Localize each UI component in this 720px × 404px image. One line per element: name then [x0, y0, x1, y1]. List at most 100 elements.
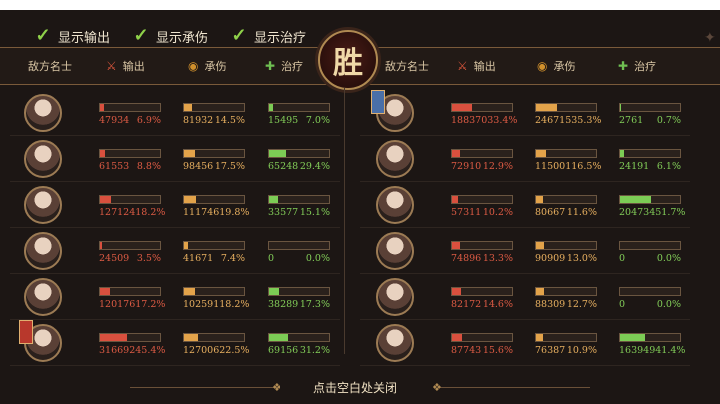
stat-value: 57311	[451, 207, 482, 218]
stat-values: 2761 0.7%	[619, 115, 681, 126]
stat-percent: 13.0%	[566, 253, 597, 264]
close-hint-button[interactable]: 点击空白处关闭	[280, 376, 430, 398]
stat-bar	[451, 103, 513, 112]
stat-percent: 13.3%	[482, 253, 513, 264]
right-team-row: 74896 13.3% 90909 13.0% 0 0.0%	[0, 228, 720, 275]
damage-taken-stat: 115001 16.5%	[535, 149, 601, 172]
stat-percent: 0.7%	[656, 115, 681, 126]
stat-percent: 15.6%	[482, 345, 513, 356]
stat-bar-fill	[452, 104, 472, 111]
output-stat: 87743 15.6%	[451, 333, 513, 356]
healing-stat: 2761 0.7%	[619, 103, 681, 126]
healing-stat: 24191 6.1%	[619, 149, 681, 172]
stat-bar-fill	[620, 196, 652, 203]
shield-icon: ◉	[188, 59, 199, 73]
hero-avatar[interactable]	[376, 232, 414, 270]
stat-bar	[619, 287, 681, 296]
stat-value: 0	[619, 253, 626, 264]
header-name: 敌方名士	[385, 58, 429, 74]
stat-bar-fill	[620, 150, 624, 157]
hero-avatar[interactable]	[376, 278, 414, 316]
stat-bar	[451, 241, 513, 250]
hero-avatar[interactable]	[376, 140, 414, 178]
damage-taken-stat: 246715 35.3%	[535, 103, 601, 126]
stat-bar	[535, 195, 597, 204]
sword-icon: ⚔	[457, 59, 468, 73]
healing-stat: 0 0.0%	[619, 241, 681, 264]
victory-text: 胜	[333, 46, 363, 81]
damage-taken-stat: 80667 11.6%	[535, 195, 597, 218]
stat-percent: 41.4%	[655, 345, 686, 356]
output-stat: 74896 13.3%	[451, 241, 513, 264]
stat-values: 163949 41.4%	[619, 345, 685, 356]
stat-values: 88309 12.7%	[535, 299, 597, 310]
bottom-divider-left	[130, 387, 280, 388]
header-output-label: 输出	[122, 60, 145, 73]
stat-values: 87743 15.6%	[451, 345, 513, 356]
checkmark-icon: ✓	[133, 25, 149, 46]
stat-bar	[535, 333, 597, 342]
stat-bar	[535, 287, 597, 296]
bottom-divider-right	[440, 387, 590, 388]
stat-values: 188370 33.4%	[451, 115, 517, 126]
stat-bar-fill	[452, 334, 462, 341]
stat-value: 0	[619, 299, 626, 310]
header-damage-label: 承伤	[204, 60, 227, 73]
stat-bar-fill	[536, 150, 547, 157]
stat-bar-fill	[536, 334, 543, 341]
stat-bar	[619, 195, 681, 204]
stat-bar	[619, 103, 681, 112]
stat-values: 204734 51.7%	[619, 207, 685, 218]
healing-stat: 163949 41.4%	[619, 333, 685, 356]
stat-percent: 12.9%	[482, 161, 513, 172]
checkmark-icon: ✓	[231, 25, 247, 46]
header-output: ⚔ 输出	[106, 58, 145, 74]
stat-value: 80667	[535, 207, 566, 218]
heal-icon: ✚	[265, 59, 276, 73]
stat-bar	[451, 333, 513, 342]
damage-taken-stat: 76387 10.9%	[535, 333, 597, 356]
stat-value: 87743	[451, 345, 482, 356]
damage-taken-stat: 90909 13.0%	[535, 241, 597, 264]
stat-bar-fill	[536, 288, 544, 295]
right-team-header: 敌方名士 ⚔ 输出 ◉ 承伤 ✚ 治疗	[365, 47, 720, 85]
header-name-label: 敌方名士	[28, 60, 72, 73]
stat-values: 24191 6.1%	[619, 161, 681, 172]
header-healing: ✚ 治疗	[265, 58, 303, 74]
stat-percent: 10.2%	[482, 207, 513, 218]
stat-value: 246715	[535, 115, 572, 126]
stat-value: 82172	[451, 299, 482, 310]
toggle-label: 显示输出	[58, 30, 111, 46]
toggle-show-damage-taken[interactable]: ✓ 显示承伤	[132, 23, 208, 49]
toggle-show-healing[interactable]: ✓ 显示治疗	[230, 23, 306, 49]
stat-value: 88309	[535, 299, 566, 310]
stat-value: 115001	[535, 161, 572, 172]
toggle-show-output[interactable]: ✓ 显示输出	[34, 23, 110, 49]
stat-values: 90909 13.0%	[535, 253, 597, 264]
stat-values: 115001 16.5%	[535, 161, 601, 172]
header-healing-label: 治疗	[634, 60, 657, 73]
stat-bar	[619, 149, 681, 158]
stat-bar	[535, 103, 597, 112]
stat-value: 74896	[451, 253, 482, 264]
hero-avatar[interactable]	[376, 186, 414, 224]
healing-stat: 204734 51.7%	[619, 195, 685, 218]
output-stat: 72910 12.9%	[451, 149, 513, 172]
right-team-row: 87743 15.6% 76387 10.9% 163949 41.4%	[0, 320, 720, 367]
output-stat: 57311 10.2%	[451, 195, 513, 218]
header-name-label: 敌方名士	[385, 60, 429, 73]
stat-bar	[535, 149, 597, 158]
stat-values: 246715 35.3%	[535, 115, 601, 126]
header-damage-taken: ◉ 承伤	[537, 58, 575, 74]
toggle-label: 显示治疗	[254, 30, 307, 46]
checkmark-icon: ✓	[35, 25, 51, 46]
stat-percent: 0.0%	[656, 299, 681, 310]
stat-value: 163949	[619, 345, 656, 356]
stat-bar-fill	[452, 150, 460, 157]
hero-avatar[interactable]	[376, 324, 414, 362]
stat-bar	[451, 195, 513, 204]
ornament-right-icon: ❖	[432, 381, 442, 394]
healing-stat: 0 0.0%	[619, 287, 681, 310]
stat-value: 2761	[619, 115, 644, 126]
left-team-header: 敌方名士 ⚔ 输出 ◉ 承伤 ✚ 治疗	[0, 47, 330, 85]
